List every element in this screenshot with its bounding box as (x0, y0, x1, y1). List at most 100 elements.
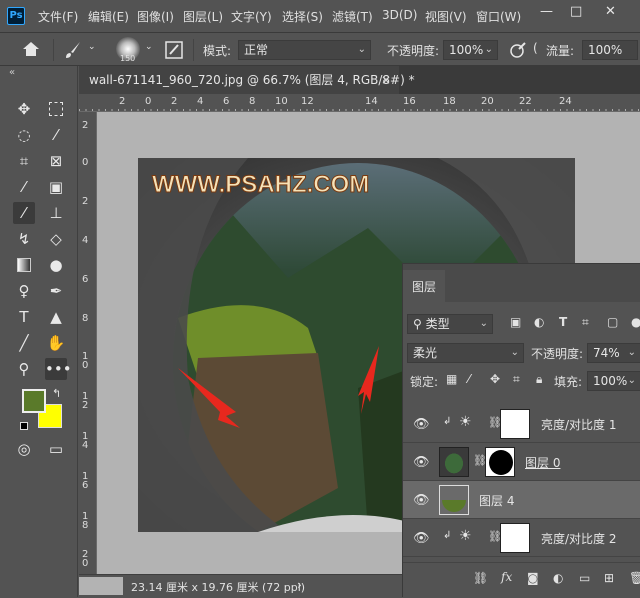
chevron-down-icon[interactable]: ⌄ (145, 42, 153, 52)
mode-select[interactable]: 正常 ⌄ (238, 40, 371, 60)
add-mask-icon[interactable]: ◙ (527, 571, 539, 585)
frame-tool-icon[interactable]: ⊠ (45, 150, 67, 172)
zoom-tool-icon[interactable]: ⚲ (13, 358, 35, 380)
layer-row[interactable]: 👁︎ ⛓ 图层 0 (403, 443, 640, 481)
lock-pixels-icon[interactable]: ⁄ (468, 372, 470, 386)
brush-size-label: 150 (120, 54, 136, 63)
airbrush-icon[interactable]: ( (533, 41, 538, 55)
new-group-icon[interactable]: ▭ (579, 571, 590, 585)
line-tool-icon[interactable]: ╱ (13, 332, 35, 354)
hand-tool-icon[interactable]: ✋ (45, 332, 67, 354)
chevron-down-icon: ⌄ (484, 44, 493, 55)
eraser-tool-icon[interactable]: ◇ (45, 228, 67, 250)
tab-layers[interactable]: 图层 (403, 270, 445, 302)
brush-tool-icon[interactable] (64, 41, 82, 59)
delete-layer-icon[interactable]: 🗑︎ (629, 571, 640, 585)
close-tab-icon[interactable]: × (381, 66, 391, 94)
filter-adjustment-icon[interactable]: ◐ (534, 315, 544, 329)
lock-transparent-icon[interactable]: ▦ (446, 372, 457, 386)
menu-type[interactable]: 文字(Y) (231, 8, 272, 25)
history-brush-tool-icon[interactable]: ↯ (13, 228, 35, 250)
menu-select[interactable]: 选择(S) (282, 8, 323, 25)
menu-filter[interactable]: 滤镜(T) (332, 8, 373, 25)
menu-view[interactable]: 视图(V) (425, 8, 467, 25)
filter-shape-icon[interactable]: ⌗ (582, 315, 589, 330)
ruler-tick: 1 4 (82, 431, 89, 451)
menu-image[interactable]: 图像(I) (137, 8, 174, 25)
new-layer-icon[interactable]: ⊞ (604, 571, 614, 585)
home-icon[interactable] (22, 41, 40, 57)
chevron-down-icon[interactable]: ⌄ (88, 42, 96, 52)
eye-icon[interactable]: 👁︎ (413, 531, 430, 546)
menu-3d[interactable]: 3D(D) (382, 8, 417, 22)
brush-tool-icon[interactable]: ⁄ (13, 202, 35, 224)
brush-settings-icon[interactable] (165, 41, 183, 59)
blend-mode-value: 柔光 (413, 346, 438, 360)
quick-mask-icon[interactable]: ◎ (13, 438, 35, 460)
menu-window[interactable]: 窗口(W) (476, 8, 521, 25)
menu-file[interactable]: 文件(F) (38, 8, 78, 25)
blur-tool-icon[interactable]: ● (45, 254, 67, 276)
eye-icon[interactable]: 👁︎ (413, 417, 430, 432)
more-tools-icon[interactable]: ••• (45, 358, 72, 380)
ruler-tick: 1 0 (82, 351, 89, 371)
pen-tool-icon[interactable]: ✒ (45, 280, 67, 302)
collapse-toolbox-icon[interactable]: « (9, 67, 15, 78)
filter-smart-object-icon[interactable]: ▢ (607, 315, 618, 329)
layer-opacity-select[interactable]: 74% ⌄ (587, 343, 640, 363)
link-layers-icon[interactable]: ⛓ (473, 571, 488, 585)
menu-layer[interactable]: 图层(L) (183, 8, 223, 25)
layer-mask-thumbnail[interactable] (500, 523, 530, 553)
close-window-button[interactable]: ✕ (605, 4, 616, 19)
marquee-tool-icon[interactable] (45, 98, 67, 120)
crop-tool-icon[interactable]: ⌗ (13, 150, 35, 172)
ruler-tick: 2 (82, 196, 89, 207)
status-menu-arrow[interactable]: › (297, 578, 302, 592)
minimize-button[interactable]: — (540, 4, 553, 19)
move-tool-icon[interactable]: ✥ (13, 98, 35, 120)
opacity-select[interactable]: 100% ⌄ (443, 40, 498, 60)
document-tab[interactable]: wall-671141_960_720.jpg @ 66.7% (图层 4, R… (79, 66, 415, 94)
path-selection-tool-icon[interactable]: ▲ (45, 306, 67, 328)
stamp-tool-icon[interactable]: ⊥ (45, 202, 67, 224)
layer-mask-thumbnail[interactable] (485, 447, 515, 477)
eye-icon[interactable]: 👁︎ (413, 493, 430, 508)
layer-thumbnail[interactable] (439, 485, 469, 515)
type-tool-icon[interactable]: T (13, 306, 35, 328)
swap-colors-icon[interactable]: ↰ (52, 387, 61, 400)
lock-position-icon[interactable]: ✥ (490, 372, 500, 386)
lasso-tool-icon[interactable]: ◌ (13, 124, 35, 146)
foreground-color-swatch[interactable] (22, 389, 46, 413)
screen-mode-icon[interactable]: ▭ (45, 438, 67, 460)
maximize-button[interactable]: □ (570, 4, 582, 19)
layer-row-selected[interactable]: 👁︎ 图层 4 (403, 481, 640, 519)
filter-pixel-icon[interactable]: ▣ (510, 315, 521, 329)
menu-edit[interactable]: 编辑(E) (88, 8, 129, 25)
adjustment-layer-icon[interactable]: ◐ (553, 571, 563, 585)
ruler-tick: 6 (223, 96, 230, 107)
flow-value: 100% (588, 43, 623, 57)
fx-icon[interactable]: fx (501, 570, 512, 584)
eyedropper-tool-icon[interactable]: ⁄ (13, 176, 35, 198)
filter-toggle-icon[interactable]: ● (631, 315, 640, 329)
magic-wand-tool-icon[interactable]: ⁄ (45, 124, 67, 146)
layer-thumbnail[interactable] (439, 447, 469, 477)
eye-icon[interactable]: 👁︎ (413, 455, 430, 470)
default-colors-icon[interactable] (20, 422, 28, 430)
lock-all-icon[interactable]: 🔒︎ (536, 372, 542, 387)
layer-row[interactable]: 👁︎ ↲ ☀ ⛓ 亮度/对比度 2 (403, 519, 640, 557)
dodge-tool-icon[interactable]: ♀ (13, 280, 35, 302)
ruler-tick: 16 (403, 96, 416, 107)
pressure-opacity-icon[interactable] (510, 42, 526, 58)
spot-healing-tool-icon[interactable]: ▣ (45, 176, 67, 198)
lock-artboard-icon[interactable]: ⌗ (513, 372, 520, 387)
blend-mode-select[interactable]: 柔光 ⌄ (407, 343, 524, 363)
layer-mask-thumbnail[interactable] (500, 409, 530, 439)
fill-select[interactable]: 100% ⌄ (587, 371, 640, 391)
gradient-tool-icon[interactable] (13, 254, 35, 276)
layer-row[interactable]: 👁︎ ↲ ☀ ⛓ 亮度/对比度 1 (403, 405, 640, 443)
flow-select[interactable]: 100% (582, 40, 638, 60)
zoom-field[interactable] (79, 577, 123, 595)
filter-type-icon[interactable]: T (559, 315, 567, 329)
layer-filter-select[interactable]: ⚲ 类型 ⌄ (407, 314, 493, 334)
